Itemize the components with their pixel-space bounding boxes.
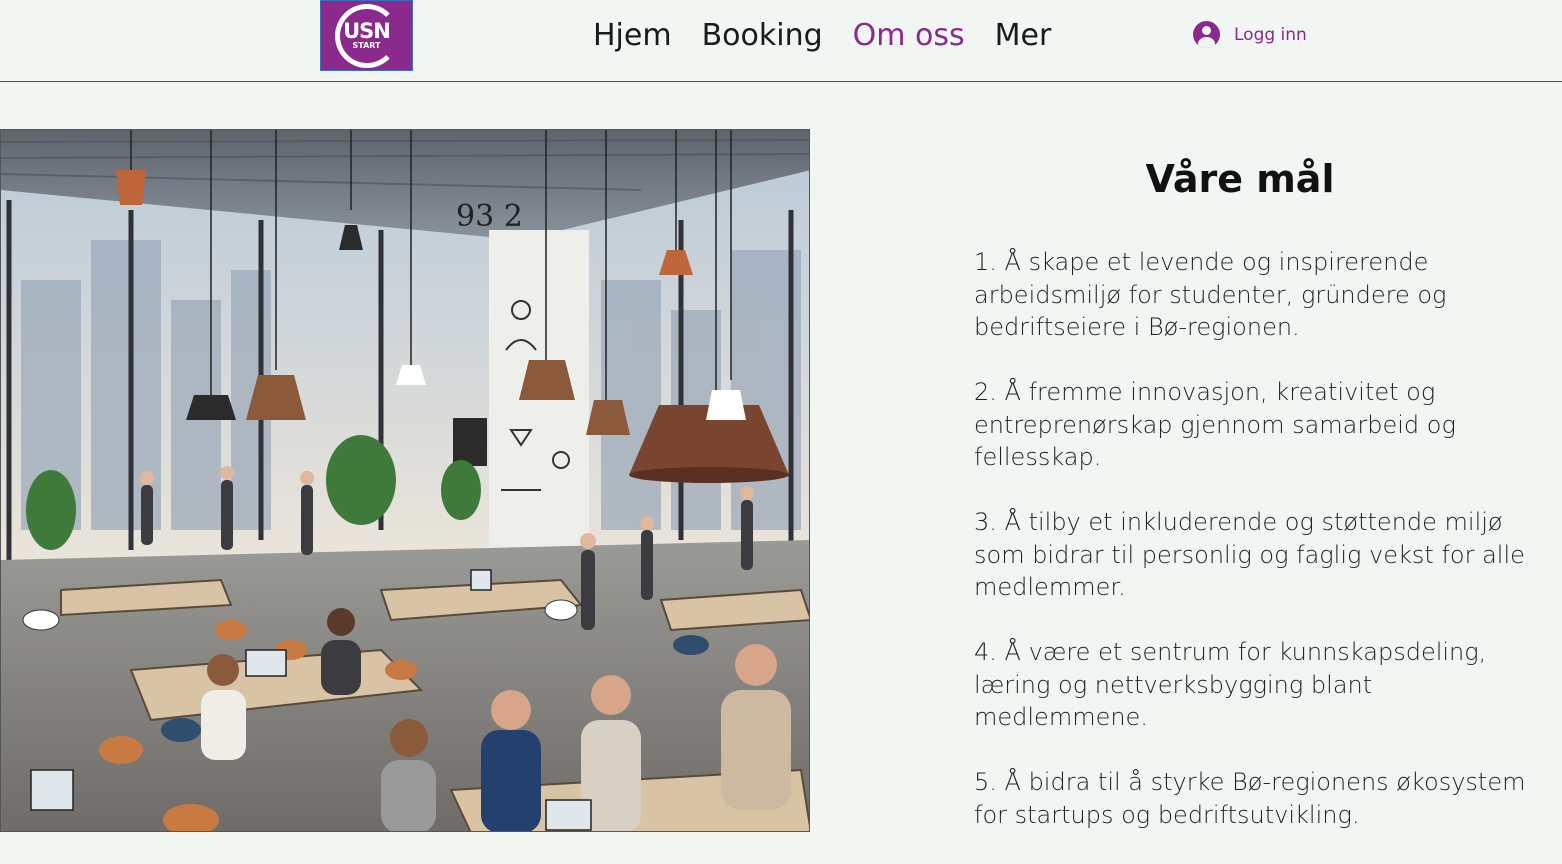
login-button[interactable]: Logg inn <box>1193 21 1307 48</box>
user-avatar-icon <box>1193 21 1220 48</box>
nav-item-booking[interactable]: Booking <box>702 16 853 56</box>
goal-item: 3. Å tilby et inkluderende og støttende … <box>974 508 1525 601</box>
logo-sub-text: START <box>352 41 381 50</box>
svg-text:93 2: 93 2 <box>456 199 523 234</box>
goal-item: 5. Å bidra til å styrke Bø-regionens øko… <box>974 768 1526 829</box>
usn-start-logo[interactable]: USN START <box>320 0 413 71</box>
nav-item-om-oss[interactable]: Om oss <box>853 16 995 56</box>
goals-list: 1. Å skape et levende og inspirerende ar… <box>974 246 1544 864</box>
main-nav: Hjem Booking Om oss Mer <box>593 16 1081 56</box>
login-label: Logg inn <box>1234 24 1307 45</box>
coworking-space-image: 93 2 <box>0 129 810 832</box>
nav-item-hjem[interactable]: Hjem <box>593 16 702 56</box>
nav-item-mer[interactable]: Mer <box>995 16 1082 56</box>
site-header: USN START Hjem Booking Om oss Mer Logg i… <box>0 0 1562 82</box>
goal-item: 4. Å være et sentrum for kunnskapsdeling… <box>974 638 1487 731</box>
page-title: Våre mål <box>1145 157 1335 201</box>
goal-item: 2. Å fremme innovasjon, kreativitet og e… <box>974 378 1456 471</box>
goal-item: 1. Å skape et levende og inspirerende ar… <box>974 248 1447 341</box>
logo-ring: USN START <box>334 3 399 68</box>
logo-main-text: USN <box>343 19 391 43</box>
